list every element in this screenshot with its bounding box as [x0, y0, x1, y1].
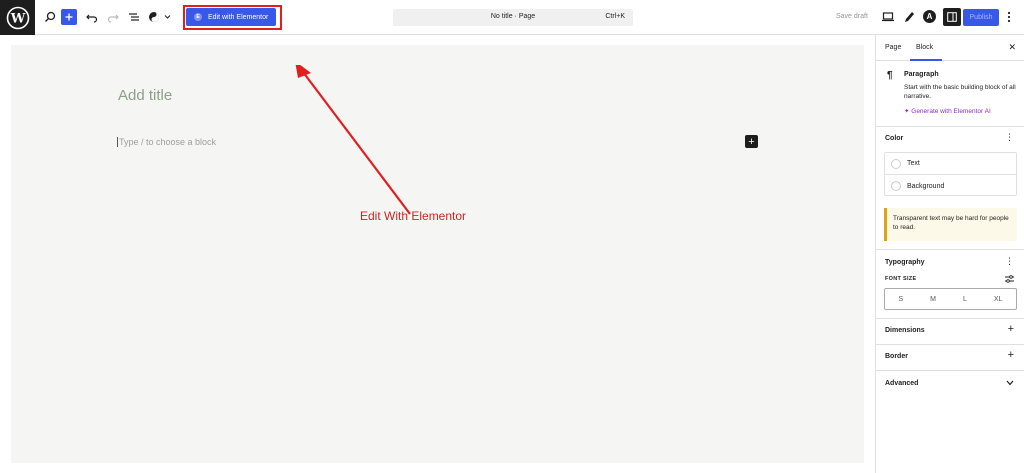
- save-draft-button[interactable]: Save draft: [836, 13, 868, 20]
- search-icon[interactable]: [41, 8, 59, 26]
- divider: [876, 318, 1024, 319]
- block-card: ¶ Paragraph Start with the basic buildin…: [876, 61, 1024, 127]
- color-text-label: Text: [907, 160, 920, 167]
- font-size-m[interactable]: M: [930, 296, 936, 303]
- font-size-s[interactable]: S: [899, 296, 904, 303]
- generate-ai-label: Generate with Elementor AI: [911, 108, 991, 115]
- font-size-label: FONT SIZE: [885, 276, 917, 282]
- edit-with-elementor-label: Edit with Elementor: [208, 13, 269, 21]
- editor-canvas[interactable]: Add title Type / to choose a block + Edi…: [11, 45, 864, 463]
- color-swatch-icon: [891, 158, 901, 169]
- options-menu-icon[interactable]: [1003, 8, 1015, 26]
- svg-text:W: W: [9, 11, 25, 26]
- document-title-bar[interactable]: No title · Page Ctrl+K: [393, 9, 633, 26]
- undo-icon[interactable]: [83, 8, 101, 26]
- color-settings-box: Text Background: [884, 152, 1017, 196]
- settings-sidebar-toggle[interactable]: [943, 8, 961, 26]
- add-block-button[interactable]: +: [745, 135, 758, 148]
- generate-ai-link[interactable]: ✦ Generate with Elementor AI: [904, 107, 991, 115]
- close-icon[interactable]: ✕: [1008, 42, 1016, 53]
- font-size-custom-icon[interactable]: [1005, 275, 1014, 283]
- plus-icon[interactable]: +: [1008, 323, 1014, 335]
- editor-toolbar: W E Edit with Elementor No title · Page …: [0, 0, 1024, 35]
- chevron-down-icon[interactable]: [1006, 380, 1014, 386]
- style-picker-icon[interactable]: [146, 8, 174, 26]
- block-inserter-button[interactable]: [61, 9, 77, 25]
- editor-canvas-area: Add title Type / to choose a block + Edi…: [0, 35, 875, 473]
- annotation-arrow: [295, 65, 411, 215]
- advanced-panel[interactable]: Advanced: [885, 380, 918, 387]
- color-options-icon[interactable]: ⋮: [1005, 132, 1014, 143]
- font-size-l[interactable]: L: [963, 296, 967, 303]
- border-panel[interactable]: Border: [885, 353, 908, 360]
- color-swatch-icon: [891, 181, 901, 191]
- dimensions-panel[interactable]: Dimensions: [885, 327, 925, 334]
- ai-assistant-icon[interactable]: A: [923, 10, 936, 23]
- document-overview-icon[interactable]: [125, 8, 143, 26]
- tab-page[interactable]: Page: [885, 44, 901, 51]
- color-heading: Color: [885, 135, 904, 142]
- settings-sidebar: Page Block ✕ ¶ Paragraph Start with the …: [875, 35, 1024, 473]
- block-description: Start with the basic building block of a…: [904, 84, 1016, 100]
- document-title: No title · Page: [490, 13, 536, 20]
- paragraph-block-input[interactable]: Type / to choose a block: [117, 137, 216, 147]
- divider: [876, 370, 1024, 371]
- annotation-label: Edit With Elementor: [360, 209, 467, 223]
- color-background-item[interactable]: Background: [885, 175, 1016, 197]
- font-size-xl[interactable]: XL: [994, 296, 1003, 303]
- color-text-item[interactable]: Text: [885, 153, 1016, 175]
- typography-heading: Typography: [885, 259, 925, 266]
- paragraph-icon: ¶: [887, 70, 893, 81]
- command-shortcut: Ctrl+K: [605, 13, 625, 20]
- block-name: Paragraph: [904, 71, 939, 78]
- contrast-notice: Transparent text may be hard for people …: [884, 208, 1017, 241]
- plus-icon[interactable]: +: [1008, 349, 1014, 361]
- divider: [876, 344, 1024, 345]
- font-size-picker: S M L XL: [884, 288, 1017, 310]
- publish-button[interactable]: Publish: [963, 9, 999, 26]
- sidebar-tabs: Page Block ✕: [876, 35, 1024, 61]
- edit-with-elementor-button[interactable]: E Edit with Elementor: [186, 8, 276, 26]
- post-title-input[interactable]: Add title: [118, 87, 172, 104]
- preview-desktop-icon[interactable]: [879, 8, 897, 26]
- divider: [876, 249, 1024, 250]
- wordpress-logo-icon[interactable]: W: [0, 0, 35, 35]
- pen-icon[interactable]: [900, 8, 918, 26]
- tab-block[interactable]: Block: [916, 44, 933, 51]
- typography-options-icon[interactable]: ⋮: [1005, 256, 1014, 267]
- elementor-icon: E: [194, 13, 202, 21]
- redo-icon[interactable]: [104, 8, 122, 26]
- color-background-label: Background: [907, 182, 945, 190]
